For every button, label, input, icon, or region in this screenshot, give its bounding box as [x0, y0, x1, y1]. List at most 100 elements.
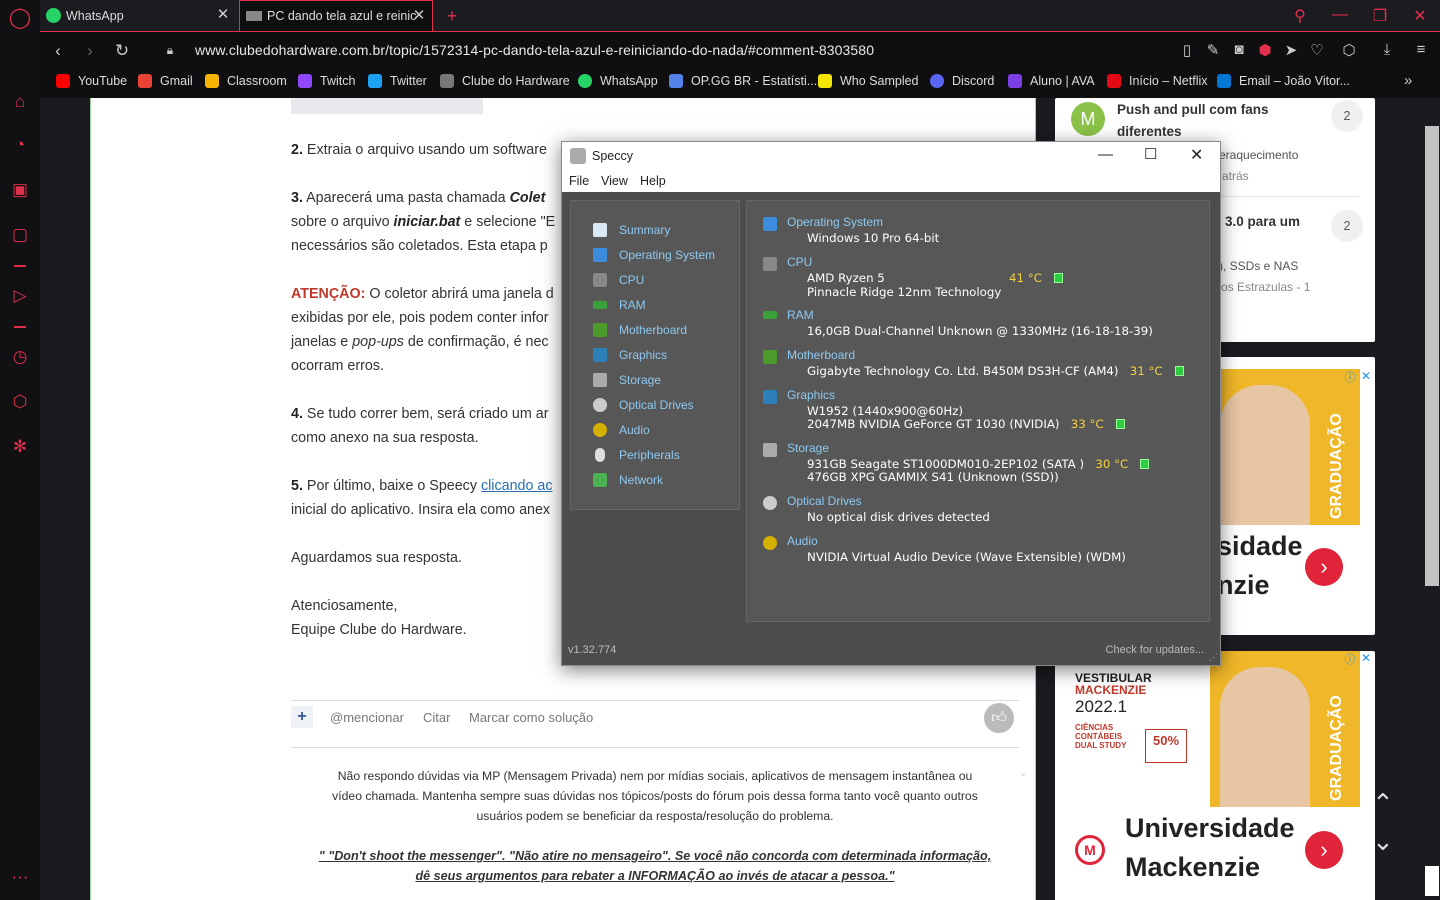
- forward-icon[interactable]: ›: [80, 41, 100, 61]
- quote-button[interactable]: Citar: [423, 710, 450, 725]
- speccy-download-link[interactable]: clicando ac: [481, 478, 553, 494]
- bookmark-classroom[interactable]: Classroom: [205, 74, 287, 88]
- lock-icon[interactable]: 🔒︎: [160, 43, 180, 58]
- bookmark-ava[interactable]: Aluno | AVA: [1008, 74, 1095, 88]
- nav-peripherals[interactable]: Peripherals: [593, 446, 680, 464]
- tab-clube-do-hardware[interactable]: PC dando tela azul e reinici... ✕: [239, 0, 433, 31]
- gamepad-icon[interactable]: ⌂: [8, 90, 32, 114]
- speccy-close-icon[interactable]: ✕: [1190, 145, 1203, 165]
- multiquote-button[interactable]: +: [291, 706, 313, 728]
- settings-icon[interactable]: ✻: [8, 435, 32, 459]
- more-bookmarks-icon[interactable]: »: [1404, 72, 1412, 89]
- more-icon[interactable]: ⋯: [8, 866, 32, 890]
- bookmark-opgg[interactable]: OP.GG BR - Estatísti...: [669, 74, 817, 88]
- shopping-icon[interactable]: ▣: [8, 178, 32, 202]
- bookmark-whatsapp[interactable]: WhatsApp: [578, 74, 658, 88]
- bookmark-email[interactable]: Email – João Vitor...: [1217, 74, 1350, 88]
- ad-close-icon[interactable]: ✕: [1359, 651, 1373, 665]
- ad-arrow-button[interactable]: ›: [1305, 548, 1343, 586]
- menu-help[interactable]: Help: [640, 174, 666, 188]
- extensions-icon[interactable]: ⬡: [8, 390, 32, 414]
- mark-solution-button[interactable]: Marcar como solução: [469, 710, 593, 725]
- adchoices-icon[interactable]: ⓘ: [1343, 369, 1357, 384]
- bookmark-gmail[interactable]: Gmail: [138, 74, 193, 88]
- player-icon[interactable]: ▷: [8, 284, 32, 308]
- opera-logo-icon[interactable]: ◯: [8, 6, 32, 30]
- speed-dial-icon[interactable]: ◔: [8, 133, 32, 157]
- scrollbar-thumb[interactable]: [1425, 126, 1439, 586]
- search-tabs-icon[interactable]: ⚲: [1288, 6, 1312, 26]
- speccy-titlebar[interactable]: Speccy — ☐ ✕: [562, 142, 1220, 170]
- topic-title[interactable]: Push and pull com fans: [1117, 102, 1269, 117]
- scrollbar-lower[interactable]: [1425, 866, 1439, 896]
- speccy-maximize-icon[interactable]: ☐: [1144, 145, 1157, 163]
- bookmark-youtube[interactable]: YouTube: [56, 74, 127, 88]
- topic-title-line2[interactable]: diferentes: [1117, 124, 1182, 139]
- section-cpu[interactable]: CPU: [787, 255, 812, 269]
- ad-arrow-button[interactable]: ›: [1305, 831, 1343, 869]
- scroll-up-icon[interactable]: ⌃: [1372, 788, 1394, 819]
- bookmark-who-sampled[interactable]: Who Sampled: [818, 74, 919, 88]
- topic-title[interactable]: 3.0 para um: [1225, 214, 1300, 229]
- download-icon[interactable]: ⤓: [1378, 41, 1396, 58]
- menu-file[interactable]: File: [569, 174, 589, 188]
- nav-optical-drives[interactable]: Optical Drives: [593, 396, 694, 414]
- nav-summary[interactable]: Summary: [593, 221, 670, 239]
- adblock-icon[interactable]: ⬢: [1256, 41, 1274, 59]
- section-graphics[interactable]: Graphics: [787, 388, 835, 402]
- history-icon[interactable]: ◷: [8, 345, 32, 369]
- section-ram[interactable]: RAM: [787, 308, 814, 322]
- close-window-icon[interactable]: ✕: [1408, 6, 1432, 26]
- new-tab-icon[interactable]: +: [440, 6, 464, 27]
- section-audio[interactable]: Audio: [787, 534, 818, 548]
- camera-icon[interactable]: ◙: [1230, 41, 1248, 58]
- ad-close-icon[interactable]: ✕: [1359, 369, 1373, 383]
- twitch-icon[interactable]: ▢: [8, 223, 32, 247]
- expand-signature-icon[interactable]: ⌄: [1019, 768, 1027, 779]
- reader-icon[interactable]: ▯: [1178, 41, 1196, 59]
- nav-cpu[interactable]: CPU: [593, 271, 644, 289]
- bookmark-clube-do-hardware[interactable]: Clube do Hardware: [440, 74, 570, 88]
- ad-banner-2[interactable]: VESTIBULAR MACKENZIE 2022.1 CIÊNCIAS CON…: [1055, 651, 1375, 900]
- topic-forum[interactable]: eraquecimento: [1219, 148, 1298, 162]
- section-motherboard[interactable]: Motherboard: [787, 348, 855, 362]
- back-icon[interactable]: ‹: [48, 41, 68, 61]
- restore-icon[interactable]: ❐: [1368, 6, 1392, 26]
- section-os[interactable]: Operating System: [787, 215, 883, 229]
- cube-icon[interactable]: ⬡: [1340, 41, 1358, 59]
- edit-icon[interactable]: ✎: [1204, 41, 1222, 59]
- minimize-icon[interactable]: —: [1328, 6, 1352, 24]
- mention-button[interactable]: @mencionar: [330, 710, 404, 725]
- nav-network[interactable]: Network: [593, 471, 663, 489]
- bookmark-twitch[interactable]: Twitch: [298, 74, 355, 88]
- close-tab-icon[interactable]: ✕: [216, 7, 230, 23]
- scroll-down-icon[interactable]: ⌄: [1372, 826, 1394, 857]
- section-storage[interactable]: Storage: [787, 441, 829, 455]
- url-field[interactable]: www.clubedohardware.com.br/topic/1572314…: [195, 42, 874, 58]
- reload-icon[interactable]: ↻: [112, 41, 132, 61]
- menu-view[interactable]: View: [601, 174, 628, 188]
- scrollbar[interactable]: [1424, 98, 1440, 900]
- menu-icon[interactable]: ≡: [1412, 41, 1430, 58]
- section-optical[interactable]: Optical Drives: [787, 494, 862, 508]
- heart-icon[interactable]: ♡: [1308, 41, 1326, 59]
- send-icon[interactable]: ➤: [1282, 41, 1300, 59]
- bookmark-netflix[interactable]: Início – Netflix: [1107, 74, 1208, 88]
- close-tab-icon[interactable]: ✕: [412, 8, 426, 24]
- nav-storage[interactable]: Storage: [593, 371, 661, 389]
- avatar[interactable]: M: [1071, 102, 1105, 136]
- like-icon[interactable]: 👍︎: [984, 703, 1014, 733]
- nav-ram[interactable]: RAM: [593, 296, 646, 314]
- adchoices-icon[interactable]: ⓘ: [1343, 651, 1357, 666]
- tab-whatsapp[interactable]: WhatsApp ✕: [40, 0, 236, 31]
- nav-audio[interactable]: Audio: [593, 421, 650, 439]
- nav-graphics[interactable]: Graphics: [593, 346, 667, 364]
- bookmark-discord[interactable]: Discord: [930, 74, 994, 88]
- resize-grip-icon[interactable]: ⋰: [1209, 652, 1218, 663]
- bookmark-twitter[interactable]: Twitter: [368, 74, 427, 88]
- check-updates-link[interactable]: Check for updates...: [1106, 644, 1204, 656]
- speccy-minimize-icon[interactable]: —: [1098, 146, 1113, 163]
- topic-forum[interactable]: ), SSDs e NAS: [1219, 259, 1298, 273]
- nav-motherboard[interactable]: Motherboard: [593, 321, 687, 339]
- nav-operating-system[interactable]: Operating System: [593, 246, 715, 264]
